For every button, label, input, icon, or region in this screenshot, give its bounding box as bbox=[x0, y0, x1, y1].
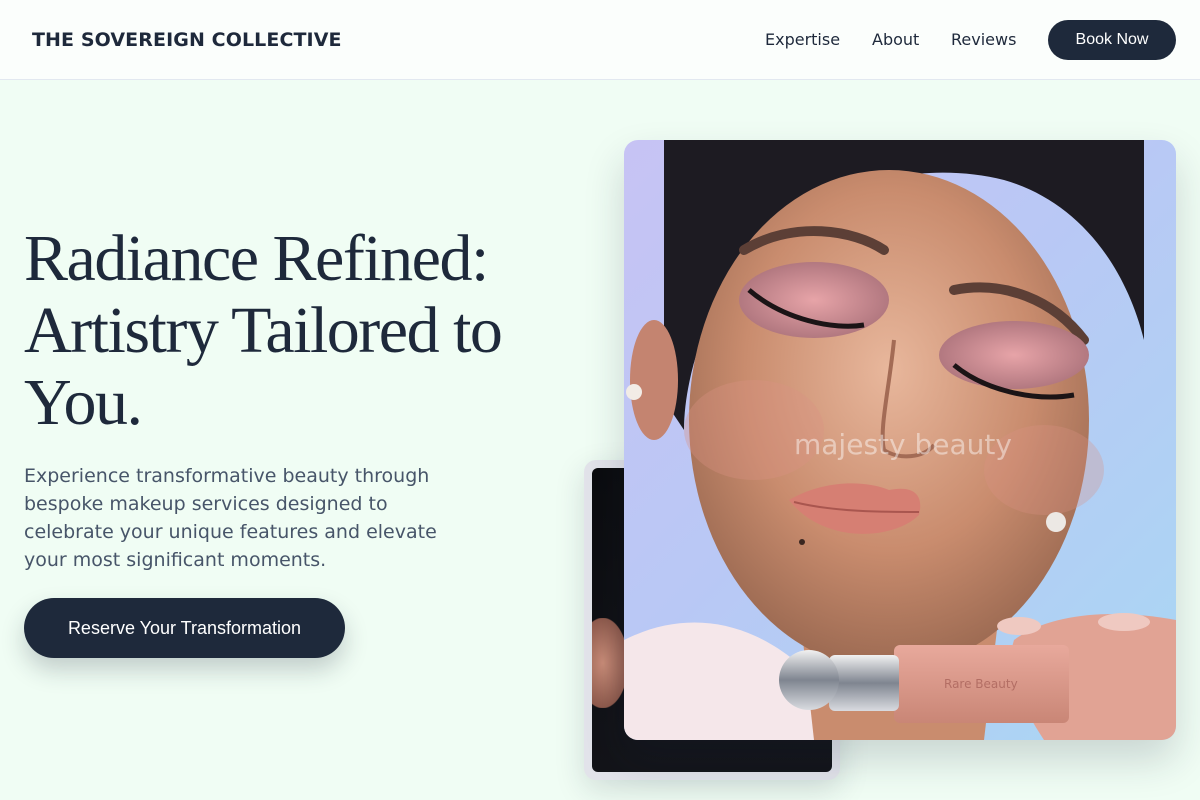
nav-link-reviews[interactable]: Reviews bbox=[951, 30, 1016, 49]
hero-subtitle: Experience transformative beauty through… bbox=[24, 465, 437, 571]
site-header: THE SOVEREIGN COLLECTIVE Expertise About… bbox=[0, 0, 1200, 80]
nav-link-about[interactable]: About bbox=[872, 30, 919, 49]
hero-portrait-image: Rare Beauty majesty beauty bbox=[624, 140, 1176, 740]
nav-link-expertise[interactable]: Expertise bbox=[765, 30, 840, 49]
reserve-transformation-button[interactable]: Reserve Your Transformation bbox=[24, 598, 345, 658]
hero-title: Radiance Refined: Artistry Tailored to Y… bbox=[24, 222, 503, 439]
book-now-button[interactable]: Book Now bbox=[1048, 20, 1176, 60]
brand-logo[interactable]: THE SOVEREIGN COLLECTIVE bbox=[32, 29, 342, 51]
product-label: Rare Beauty bbox=[944, 677, 1018, 691]
watermark-text: majesty beauty bbox=[794, 428, 1012, 461]
hand-shape bbox=[592, 618, 628, 708]
